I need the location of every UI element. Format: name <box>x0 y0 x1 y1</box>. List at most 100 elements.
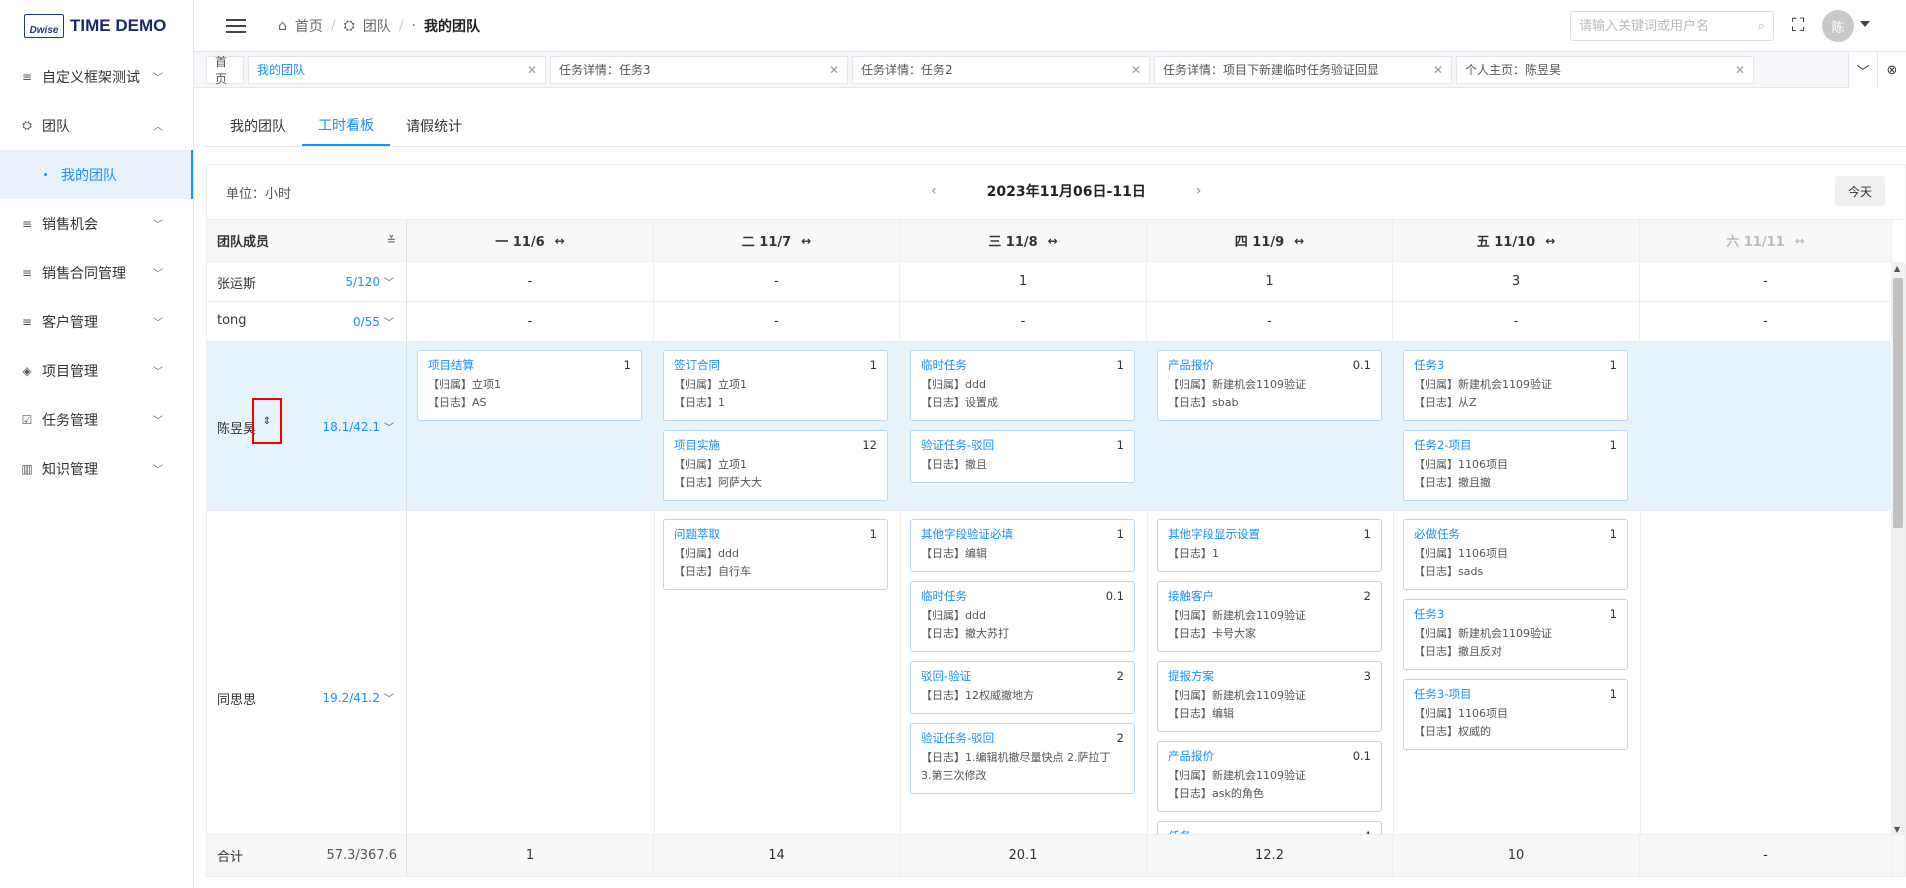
task-card[interactable]: 项目实施 12 【归属】立项1 【日志】阿萨大大 <box>663 430 888 501</box>
tab-task-detail-2[interactable]: 任务详情：任务2 ✕ <box>852 55 1150 84</box>
task-card[interactable]: 其他字段验证必填 1 【日志】编辑 <box>910 519 1135 572</box>
task-hours: 1 <box>1363 527 1371 541</box>
task-card[interactable]: 验证任务-驳回 2 【日志】1.编辑机撤尽量快点 2.萨拉丁 3.第三次修改 <box>910 723 1135 794</box>
task-line: 【归属】1106项目 <box>1414 547 1508 560</box>
task-card[interactable]: 提报方案 3 【归属】新建机会1109验证 【日志】编辑 <box>1157 661 1382 732</box>
member-name[interactable]: tong <box>217 313 247 328</box>
breadcrumb-separator: / <box>330 17 336 34</box>
close-icon[interactable]: ✕ <box>1131 63 1141 77</box>
task-card[interactable]: 任务3 1 【归属】新建机会1109验证 【日志】撤且反对 <box>1403 599 1628 670</box>
scroll-up-icon[interactable]: ▲ <box>1894 264 1900 273</box>
tab-task-detail-3[interactable]: 任务详情：任务3 ✕ <box>550 55 848 84</box>
task-card[interactable]: 任务3 1 【归属】新建机会1109验证 【日志】从Z <box>1403 350 1628 421</box>
task-card[interactable]: 驳回-验证 2 【日志】12权威撤地方 <box>910 661 1135 714</box>
tab-task-detail-temp[interactable]: 任务详情：项目下新建临时任务验证回显 ✕ <box>1154 55 1452 84</box>
sidebar-item-sales-opportunity[interactable]: ≡ 销售机会 ﹀ <box>0 199 193 248</box>
board-grid: 团队成员 ≚ 一 11/6 ↔ 二 11/7 ↔ 三 11/8 ↔ 四 11/9 ↔ 五… <box>206 219 1906 877</box>
task-card[interactable]: 问题萃取 1 【归属】ddd 【日志】自行车 <box>663 519 888 590</box>
double-chevron-down-icon[interactable]: ≚ <box>387 234 396 247</box>
today-button[interactable]: 今天 <box>1835 176 1885 206</box>
task-card[interactable]: 接触客户 2 【归属】新建机会1109验证 【日志】卡号大家 <box>1157 581 1382 652</box>
vertical-scrollbar[interactable]: ▲ ▼ <box>1891 262 1905 836</box>
expand-horizontal-icon[interactable]: ↔ <box>801 234 811 248</box>
expand-horizontal-icon[interactable]: ↔ <box>1795 234 1805 248</box>
member-name[interactable]: 张运斯 <box>217 273 256 292</box>
task-card[interactable]: 任务3-项目 1 【归属】1106项目 【日志】权威的 <box>1403 679 1628 750</box>
bullet-icon <box>44 173 47 176</box>
expand-horizontal-icon[interactable]: ↔ <box>555 234 565 248</box>
checkbox-icon: ☑ <box>21 412 33 427</box>
search-input[interactable] <box>1579 18 1758 34</box>
tab-label: 任务详情：项目下新建临时任务验证回显 <box>1163 63 1380 77</box>
task-title: 任务3-项目 <box>1414 687 1472 701</box>
chevron-down-icon[interactable]: ﹀ <box>1848 52 1877 88</box>
task-hours: 1 <box>869 527 877 541</box>
task-card[interactable]: 验证任务-驳回 1 【日志】撤且 <box>910 430 1135 483</box>
drag-handle-icon[interactable]: ⇕ <box>252 398 282 444</box>
close-icon[interactable]: ✕ <box>1433 63 1443 77</box>
sidebar-item-my-team[interactable]: 我的团队 <box>0 150 193 199</box>
member-stat[interactable]: 0/55 ﹀ <box>353 314 394 329</box>
day-cell: - <box>407 262 654 301</box>
member-stat[interactable]: 5/120 ﹀ <box>345 274 394 289</box>
task-line: 【归属】新建机会1109验证 <box>1414 627 1552 640</box>
task-line: 【归属】新建机会1109验证 <box>1168 769 1306 782</box>
member-name[interactable]: 陈昱昊 <box>217 418 256 437</box>
expand-horizontal-icon[interactable]: ↔ <box>1545 234 1555 248</box>
close-circle-icon[interactable]: ⊗ <box>1877 52 1906 88</box>
scroll-down-icon[interactable]: ▼ <box>1894 825 1900 834</box>
chevron-left-icon[interactable]: ‹ <box>931 183 937 199</box>
member-name[interactable]: 同思思 <box>217 689 256 708</box>
expand-horizontal-icon[interactable]: ↔ <box>1048 234 1058 248</box>
sidebar-item-sales-contract[interactable]: ≡ 销售合同管理 ﹀ <box>0 248 193 297</box>
task-card[interactable]: 任务2-项目 1 【归属】1106项目 【日志】撤且撤 <box>1403 430 1628 501</box>
fullscreen-icon[interactable]: ⛶ <box>1788 15 1808 36</box>
close-icon[interactable]: ✕ <box>829 63 839 77</box>
member-row: 陈昱昊 18.1/42.1 ﹀ 项目结算 1 【归属】立项1 【日志】AS 签订合同… <box>207 342 1905 511</box>
chevron-right-icon[interactable]: › <box>1196 183 1202 199</box>
sidebar-item-customer[interactable]: ≡ 客户管理 ﹀ <box>0 297 193 346</box>
task-card[interactable]: 项目结算 1 【归属】立项1 【日志】AS <box>417 350 642 421</box>
close-icon[interactable]: ✕ <box>1735 63 1745 77</box>
scrollbar-thumb[interactable] <box>1893 278 1903 528</box>
hamburger-icon[interactable] <box>226 18 246 33</box>
tab-personal-home[interactable]: 个人主页：陈昱昊 ✕ <box>1456 55 1754 84</box>
search-icon[interactable]: ⌕ <box>1758 19 1765 34</box>
task-card[interactable]: 临时任务 0.1 【归属】ddd 【日志】撤大苏打 <box>910 581 1135 652</box>
close-icon[interactable]: ✕ <box>527 63 537 77</box>
task-title: 产品报价 <box>1168 749 1214 763</box>
sidebar-item-team[interactable]: ⛭ 团队 ︿ <box>0 101 193 150</box>
task-title: 项目实施 <box>674 438 720 452</box>
breadcrumb-team[interactable]: 团队 <box>363 16 391 36</box>
subtab-my-team[interactable]: 我的团队 <box>214 106 302 146</box>
subtab-timesheet-board[interactable]: 工时看板 <box>302 106 390 146</box>
sidebar-item-task[interactable]: ☑ 任务管理 ﹀ <box>0 395 193 444</box>
task-hours: 2 <box>1363 589 1371 603</box>
task-card[interactable]: 签订合同 1 【归属】立项1 【日志】1 <box>663 350 888 421</box>
avatar[interactable]: 陈 <box>1822 10 1854 42</box>
sidebar-item-custom-framework[interactable]: ≡ 自定义框架测试 ﹀ <box>0 52 193 101</box>
top-header: ⌂ 首页 / ⛭ 团队 / · 我的团队 ⌕ ⛶ 陈 <box>194 0 1906 52</box>
breadcrumb-home[interactable]: 首页 <box>295 16 323 36</box>
total-cell: 10 <box>1393 835 1640 876</box>
member-stat[interactable]: 18.1/42.1 ﹀ <box>323 419 394 434</box>
member-stat[interactable]: 19.2/41.2 ﹀ <box>323 690 394 705</box>
task-card[interactable]: 产品报价 0.1 【归属】新建机会1109验证 【日志】ask的角色 <box>1157 741 1382 812</box>
tab-my-team[interactable]: 我的团队 ✕ <box>248 55 546 84</box>
task-hours: 2 <box>1116 731 1124 745</box>
subtab-leave-stats[interactable]: 请假统计 <box>390 106 478 146</box>
task-line: 【日志】撤且反对 <box>1414 645 1502 658</box>
caret-down-icon[interactable] <box>1860 21 1870 27</box>
task-card[interactable]: 产品报价 0.1 【归属】新建机会1109验证 【日志】sbab <box>1157 350 1382 421</box>
timesheet-board: 单位：小时 ‹ 2023年11月06日-11日 › 今天 团队成员 ≚ 一 11… <box>206 164 1906 888</box>
task-card[interactable]: 临时任务 1 【归属】ddd 【日志】设置成 <box>910 350 1135 421</box>
task-line: 【归属】ddd <box>674 547 739 560</box>
day-cell: - <box>900 302 1147 341</box>
expand-horizontal-icon[interactable]: ↔ <box>1294 234 1304 248</box>
sidebar-item-project[interactable]: ◈ 项目管理 ﹀ <box>0 346 193 395</box>
tab-home[interactable]: 首页 <box>206 55 244 86</box>
task-card[interactable]: 其他字段显示设置 1 【日志】1 <box>1157 519 1382 572</box>
task-card[interactable]: 必做任务 1 【归属】1106项目 【日志】sads <box>1403 519 1628 590</box>
total-cell: - <box>1640 835 1892 876</box>
sidebar-item-knowledge[interactable]: ▥ 知识管理 ﹀ <box>0 444 193 493</box>
